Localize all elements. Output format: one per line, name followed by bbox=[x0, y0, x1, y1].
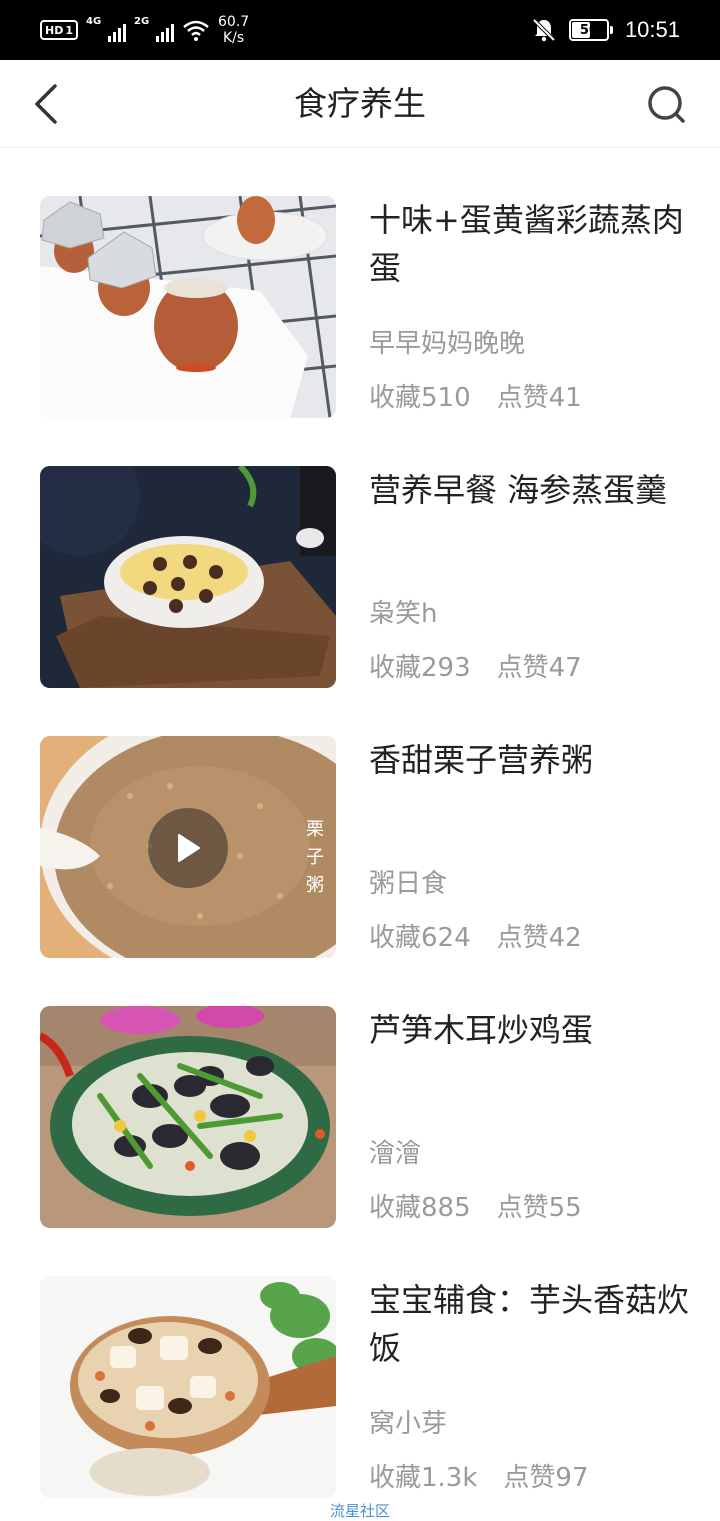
recipe-card[interactable]: 十味+蛋黄酱彩蔬蒸肉蛋 早早妈妈晚晚 收藏510 点赞41 bbox=[0, 196, 720, 420]
eggshell-dish-photo bbox=[40, 196, 336, 418]
likes-count: 点赞55 bbox=[496, 1193, 582, 1223]
recipe-stats: 收藏510 点赞41 bbox=[369, 380, 699, 416]
recipe-stats: 收藏1.3k 点赞97 bbox=[369, 1460, 699, 1496]
likes-count: 点赞42 bbox=[496, 923, 582, 953]
recipe-thumbnail[interactable] bbox=[40, 466, 336, 688]
recipe-author[interactable]: 早早妈妈晚晚 bbox=[369, 326, 689, 362]
hd-label: HD bbox=[45, 23, 64, 37]
recipe-title[interactable]: 营养早餐 海参蒸蛋羹 bbox=[369, 466, 689, 514]
signal-4g-label: 4G bbox=[86, 16, 102, 27]
battery-level: 50 bbox=[579, 22, 598, 38]
recipe-author[interactable]: 窝小芽 bbox=[369, 1406, 689, 1442]
watermark: 流星社区 bbox=[329, 1502, 390, 1520]
recipe-title[interactable]: 芦笋木耳炒鸡蛋 bbox=[369, 1006, 689, 1054]
signal-2g-label: 2G bbox=[134, 16, 150, 27]
clock: 10:51 bbox=[624, 17, 680, 42]
recipe-author[interactable]: 枭笑h bbox=[369, 596, 689, 632]
recipe-title[interactable]: 十味+蛋黄酱彩蔬蒸肉蛋 bbox=[369, 196, 689, 292]
recipe-thumbnail[interactable] bbox=[40, 1006, 336, 1228]
search-icon bbox=[648, 86, 685, 123]
favorites-count: 收藏510 bbox=[369, 383, 471, 413]
likes-count: 点赞41 bbox=[496, 383, 582, 413]
bell-muted-icon bbox=[532, 18, 556, 42]
search-button[interactable] bbox=[644, 82, 690, 128]
status-left: HD 1 4G 2G 60.7 K/s bbox=[40, 12, 249, 48]
play-button[interactable] bbox=[148, 808, 228, 888]
net-speed-value: 60.7 bbox=[218, 14, 250, 30]
recipe-author[interactable]: 澮澮 bbox=[369, 1136, 689, 1172]
page-title: 食疗养生 bbox=[294, 84, 426, 123]
battery-body: 50 bbox=[568, 19, 609, 41]
sim-slot-label: 1 bbox=[65, 23, 73, 37]
favorites-count: 收藏293 bbox=[369, 653, 471, 683]
recipe-author[interactable]: 粥日食 bbox=[369, 866, 689, 902]
recipe-thumbnail[interactable]: 栗子粥 bbox=[40, 736, 336, 958]
recipe-card[interactable]: 宝宝辅食：芋头香菇炊饭 窝小芽 收藏1.3k 点赞97 bbox=[0, 1276, 720, 1500]
play-icon bbox=[178, 834, 200, 862]
net-speed: 60.7 K/s bbox=[218, 14, 249, 46]
signal-4g-icon: 4G bbox=[86, 16, 126, 44]
hd-icon: HD 1 bbox=[40, 20, 78, 40]
net-speed-unit: K/s bbox=[222, 30, 245, 46]
recipe-card[interactable]: 芦笋木耳炒鸡蛋 澮澮 收藏885 点赞55 bbox=[0, 1006, 720, 1230]
status-right: 50 10:51 bbox=[531, 12, 680, 48]
battery-icon: 50 bbox=[568, 19, 613, 41]
wifi-icon bbox=[183, 20, 209, 41]
recipe-stats: 收藏624 点赞42 bbox=[369, 920, 699, 956]
app-header: 食疗养生 bbox=[0, 60, 720, 148]
recipe-card[interactable]: 栗子粥 香甜栗子营养粥 粥日食 收藏624 点赞42 bbox=[0, 736, 720, 960]
asparagus-fungus-plate-photo bbox=[40, 1006, 336, 1228]
favorites-count: 收藏1.3k bbox=[369, 1463, 478, 1493]
thumbnail-label: 栗子粥 bbox=[306, 819, 324, 896]
recipe-title[interactable]: 香甜栗子营养粥 bbox=[369, 736, 689, 784]
recipe-thumbnail[interactable] bbox=[40, 196, 336, 418]
steamed-egg-bowl-photo bbox=[40, 466, 336, 688]
recipe-thumbnail[interactable] bbox=[40, 1276, 336, 1498]
favorites-count: 收藏624 bbox=[369, 923, 471, 953]
recipe-stats: 收藏293 点赞47 bbox=[369, 650, 699, 686]
recipe-card[interactable]: 营养早餐 海参蒸蛋羹 枭笑h 收藏293 点赞47 bbox=[0, 466, 720, 690]
status-bar: HD 1 4G 2G 60.7 K/s 50 10:51 bbox=[0, 0, 720, 60]
taro-rice-spoon-photo bbox=[40, 1276, 336, 1498]
recipe-title[interactable]: 宝宝辅食：芋头香菇炊饭 bbox=[369, 1276, 689, 1372]
likes-count: 点赞47 bbox=[496, 653, 582, 683]
signal-2g-icon: 2G bbox=[134, 16, 174, 44]
likes-count: 点赞97 bbox=[503, 1463, 589, 1493]
favorites-count: 收藏885 bbox=[369, 1193, 471, 1223]
recipe-stats: 收藏885 点赞55 bbox=[369, 1190, 699, 1226]
